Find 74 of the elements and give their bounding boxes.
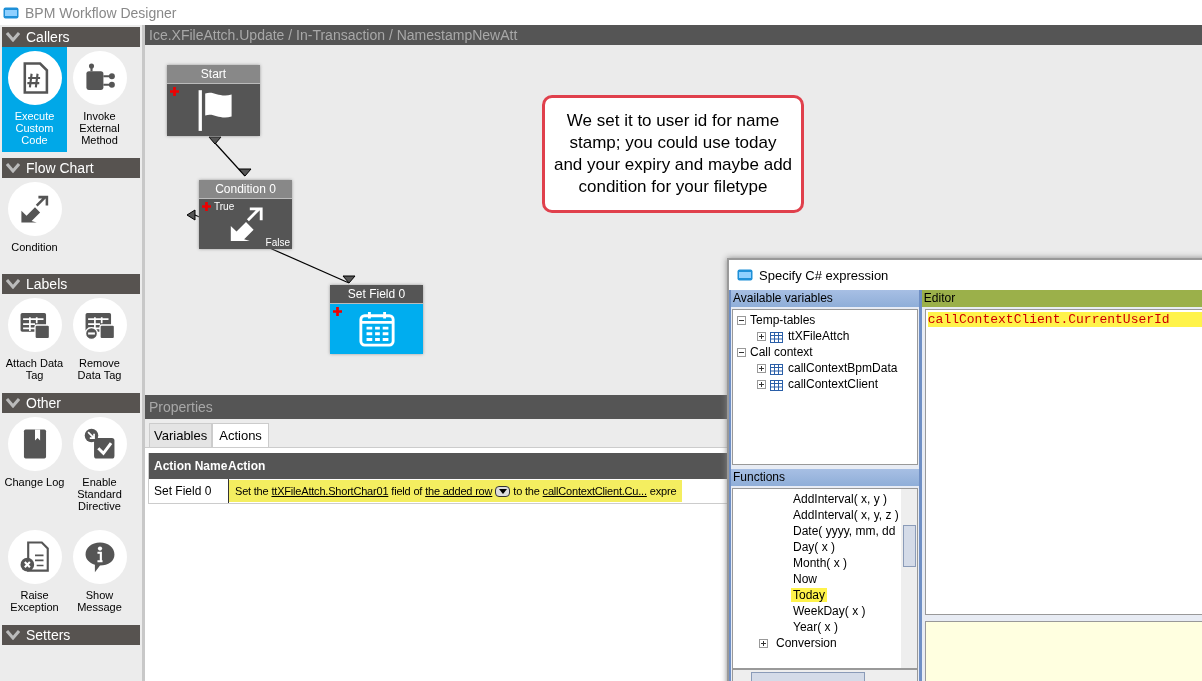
tree-item[interactable]: Call context — [733, 344, 917, 360]
tab[interactable]: Actions — [212, 423, 269, 447]
tool-item[interactable]: Remove Data Tag — [67, 294, 132, 387]
tool-item[interactable]: Invoke External Method — [67, 47, 132, 152]
action-text: Set the — [235, 485, 269, 497]
action-link[interactable]: ttXFileAttch.ShortChar01 — [271, 485, 389, 497]
tool-item[interactable]: Enable Standard Directive — [67, 413, 132, 518]
app-icon — [737, 269, 753, 281]
port-icon[interactable] — [238, 168, 252, 177]
add-icon — [333, 307, 342, 316]
add-icon — [202, 202, 211, 211]
section-header[interactable]: Callers — [2, 27, 140, 47]
tool-item[interactable]: Raise Exception — [2, 526, 67, 619]
function-item[interactable]: Today — [791, 588, 828, 602]
breadcrumb: Ice.XFileAttch.Update / In-Transaction / NamestampNewAtt — [145, 25, 1202, 45]
function-item[interactable]: Year( x ) — [791, 620, 840, 634]
caret-icon — [498, 488, 507, 494]
true-label: True — [214, 201, 235, 212]
add-icon — [170, 87, 179, 96]
function-item[interactable]: Date( yyyy, mm, dd — [791, 524, 898, 538]
tree-item[interactable]: callContextBpmData — [733, 360, 917, 376]
action-text: field of — [391, 485, 423, 497]
table-icon — [770, 377, 784, 391]
section-header[interactable]: Other — [2, 393, 140, 413]
window-title: BPM Workflow Designer — [25, 4, 177, 21]
dropdown-button[interactable] — [495, 485, 511, 497]
tool-item[interactable]: Show Message — [67, 526, 132, 619]
expander-icon — [757, 379, 766, 389]
tool-item[interactable]: Change Log — [2, 413, 67, 518]
column-header: Action Name — [153, 459, 228, 473]
function-item[interactable]: Now — [791, 572, 819, 586]
tree-item[interactable]: ttXFileAttch — [733, 328, 917, 344]
function-item[interactable]: Month( x ) — [791, 556, 849, 570]
chevron-icon — [6, 398, 20, 408]
column-header: Action — [228, 459, 266, 473]
app-icon — [3, 6, 19, 19]
section-header[interactable]: Flow Chart — [2, 158, 140, 178]
code-editor[interactable]: callContextClient.CurrentUserId — [924, 309, 1202, 615]
tool-item[interactable]: Attach Data Tag — [2, 294, 67, 387]
function-item[interactable]: Day( x ) — [791, 540, 837, 554]
table-icon — [770, 361, 784, 375]
action-text: to the — [513, 485, 540, 497]
checkbox-arrow-icon — [82, 427, 117, 461]
calendar-icon — [357, 310, 396, 348]
expander-icon — [757, 331, 766, 341]
chevron-icon — [6, 630, 20, 640]
scrollbar[interactable] — [900, 489, 917, 668]
tab[interactable]: Variables — [149, 423, 213, 447]
callout-note: We set it to user id for name stamp; you could use today and your expiry and maybe add condition for your filetype — [542, 95, 804, 213]
function-item[interactable]: AddInterval( x, y ) — [791, 492, 890, 506]
expander-icon — [737, 315, 746, 325]
action-link[interactable]: the added row — [425, 485, 493, 497]
false-label: False — [265, 237, 290, 248]
action-text: expre — [649, 485, 677, 497]
pane-header: Available variables — [731, 290, 919, 307]
section-header[interactable]: Labels — [2, 274, 140, 294]
chevron-icon — [6, 279, 20, 289]
function-item[interactable]: WeekDay( x ) — [791, 604, 868, 618]
port-icon[interactable] — [186, 209, 196, 221]
chevron-icon — [6, 32, 20, 42]
section-header[interactable]: Setters — [2, 625, 140, 645]
table-icon — [770, 329, 784, 343]
function-item[interactable]: Conversion — [774, 636, 839, 650]
tree-item[interactable]: Temp-tables — [733, 312, 917, 328]
expander-icon — [737, 347, 746, 357]
expander-icon — [757, 363, 766, 373]
tree-item[interactable]: callContextClient — [733, 376, 917, 392]
expander-icon — [759, 638, 768, 648]
function-item[interactable]: AddInterval( x, y, z ) — [791, 508, 901, 522]
pane-header: Functions — [731, 469, 919, 486]
chevron-icon — [6, 163, 20, 173]
pane-header: Editor — [921, 290, 1202, 307]
action-link[interactable]: callContextClient.Cu... — [542, 485, 647, 497]
dialog-title: Specify C# expression — [759, 267, 889, 283]
